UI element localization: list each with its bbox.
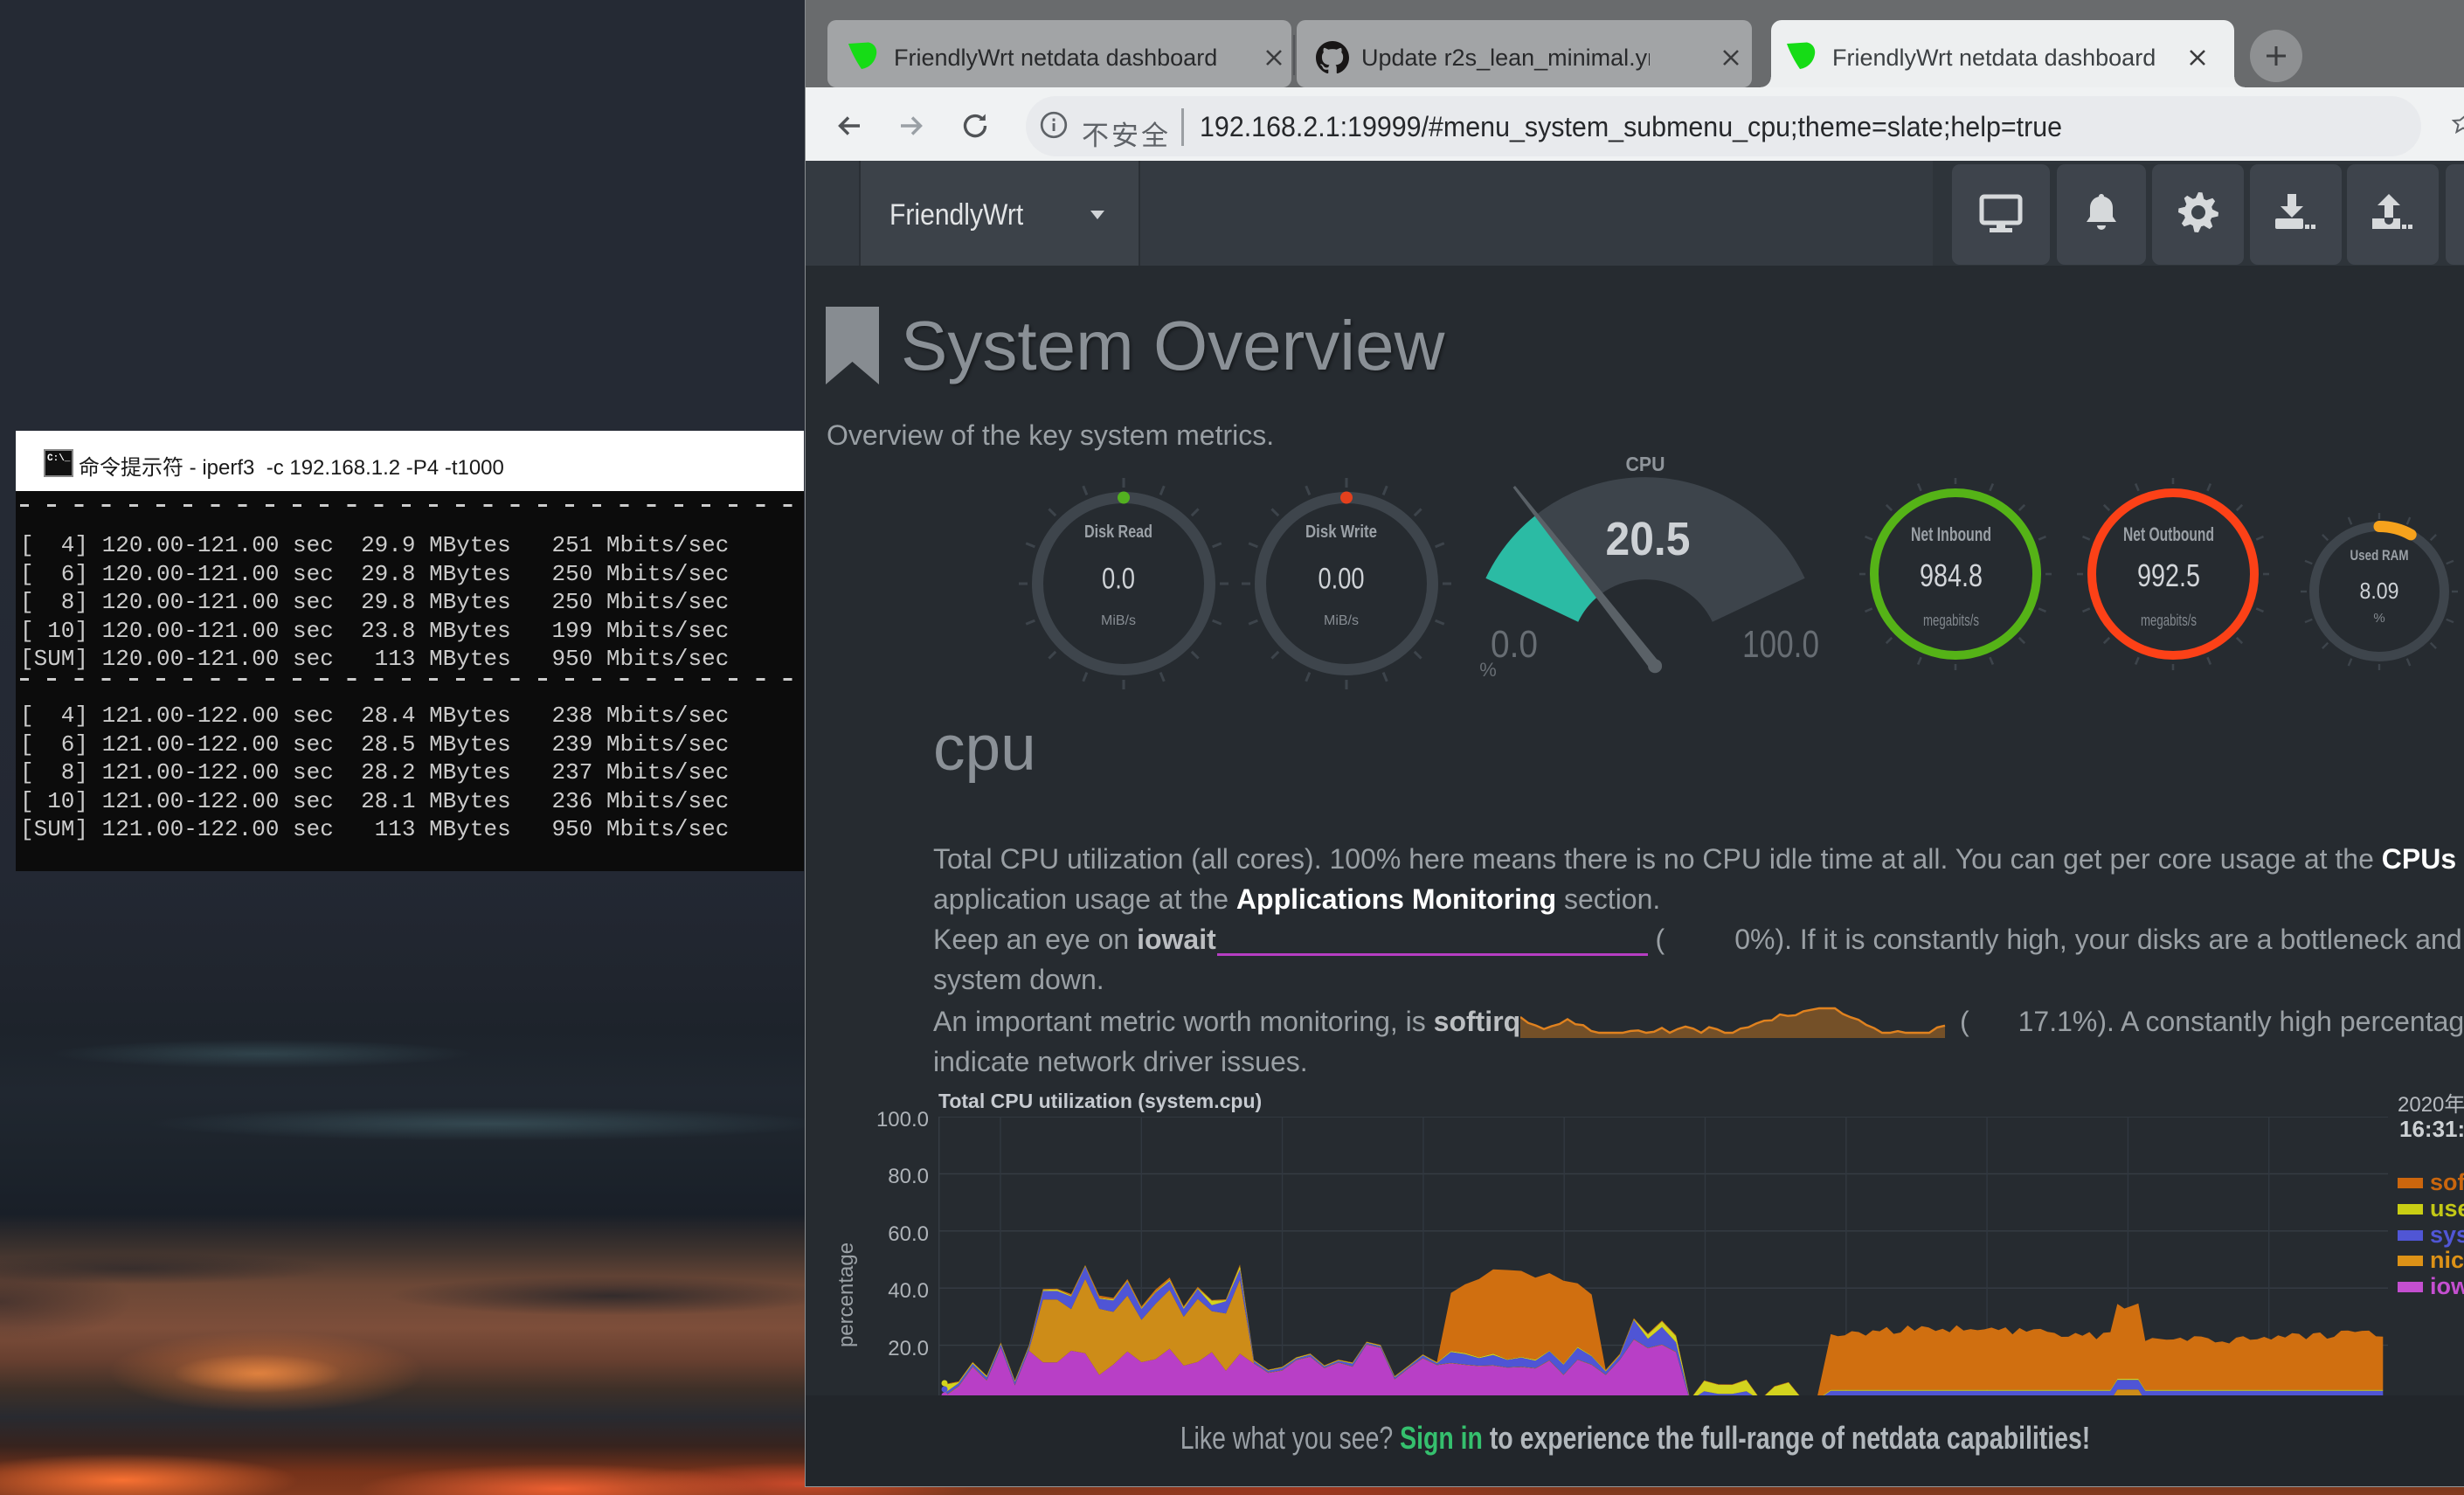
svg-text:Disk Read: Disk Read [1084, 523, 1152, 542]
svg-text:megabits/s: megabits/s [2141, 612, 2197, 629]
svg-text:100.0: 100.0 [1742, 623, 1819, 666]
svg-text:MiB/s: MiB/s [1101, 613, 1136, 628]
svg-text:0.0: 0.0 [1491, 623, 1538, 666]
svg-text:984.8: 984.8 [1920, 557, 1983, 593]
svg-text:992.5: 992.5 [2137, 557, 2200, 593]
svg-text:Net Outbound: Net Outbound [2123, 523, 2214, 545]
svg-text:0.0: 0.0 [1102, 563, 1135, 596]
svg-text:Disk Write: Disk Write [1305, 523, 1377, 542]
svg-text:CPU: CPU [1626, 453, 1665, 475]
svg-text:Net Inbound: Net Inbound [1911, 523, 1991, 545]
svg-text:%: % [2373, 611, 2384, 626]
svg-text:0.00: 0.00 [1319, 563, 1365, 596]
svg-text:20.5: 20.5 [1606, 513, 1691, 565]
svg-text:8.09: 8.09 [2360, 578, 2399, 604]
svg-text:megabits/s: megabits/s [1923, 612, 1979, 629]
svg-text:MiB/s: MiB/s [1324, 613, 1359, 628]
svg-text:%: % [1479, 659, 1497, 681]
svg-text:Used RAM: Used RAM [2350, 547, 2409, 564]
